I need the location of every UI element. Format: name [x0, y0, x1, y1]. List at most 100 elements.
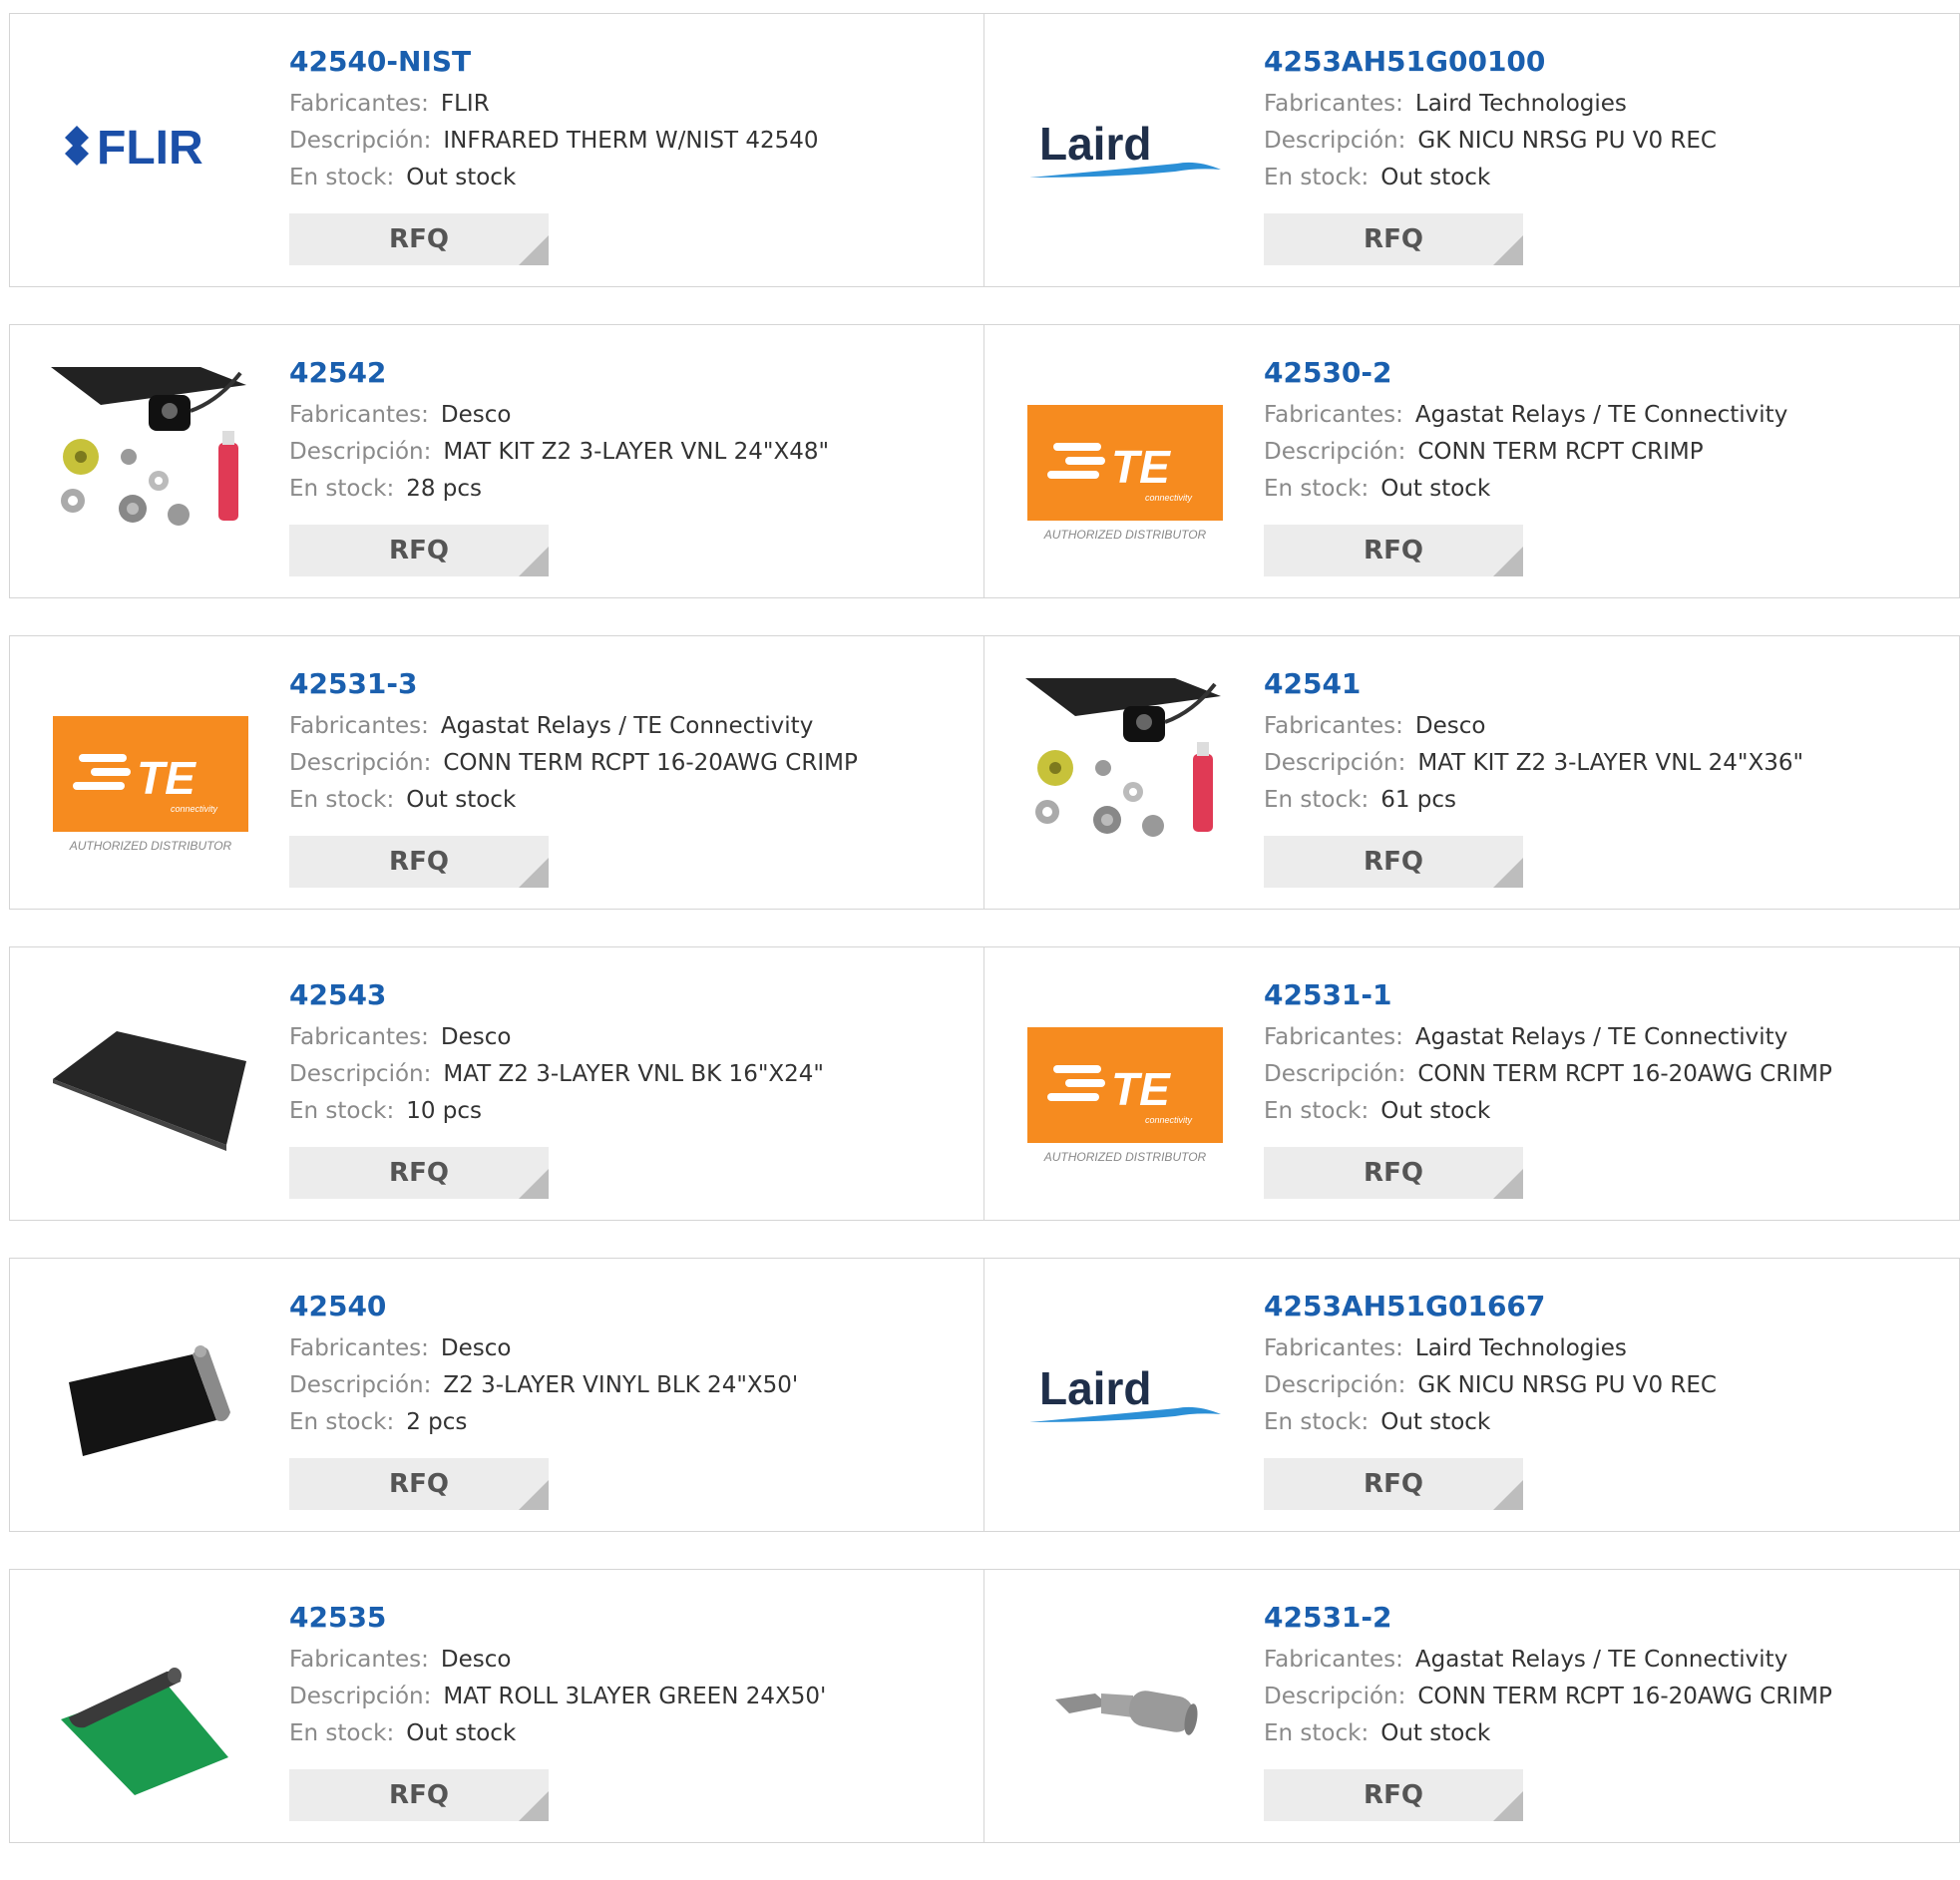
product-row: 42543 Fabricantes: Desco Descripción: MAT … [9, 946, 1960, 1221]
part-number-link[interactable]: 42535 [289, 1600, 964, 1636]
te-wordmark: TE [1111, 1063, 1171, 1115]
stock-label: En stock: [1264, 1409, 1370, 1435]
flir-wordmark: FLIR [97, 122, 203, 175]
manufacturer-label: Fabricantes: [1264, 713, 1403, 739]
manufacturer-label: Fabricantes: [1264, 1024, 1403, 1050]
stock-label: En stock: [1264, 165, 1370, 190]
manufacturer-row: Fabricantes: Desco [289, 1330, 964, 1367]
rfq-button[interactable]: RFQ [1264, 836, 1523, 888]
part-number-link[interactable]: 42542 [289, 355, 964, 391]
manufacturer-row: Fabricantes: FLIR [289, 86, 964, 123]
rfq-button[interactable]: RFQ [1264, 1769, 1523, 1821]
manufacturer-label: Fabricantes: [289, 713, 429, 739]
description-value: MAT ROLL 3LAYER GREEN 24X50' [443, 1684, 827, 1709]
manufacturer-label: Fabricantes: [1264, 1335, 1403, 1361]
description-row: Descripción: CONN TERM RCPT 16-20AWG CRIM… [1264, 1679, 1939, 1715]
product-card: 42531-2 Fabricantes: Agastat Relays / TE … [984, 1569, 1960, 1843]
stock-label: En stock: [289, 476, 395, 502]
rfq-button[interactable]: RFQ [1264, 213, 1523, 265]
description-label: Descripción: [289, 439, 432, 465]
laird-logo[interactable]: Laird [1025, 1299, 1225, 1498]
rfq-button[interactable]: RFQ [289, 213, 549, 265]
product-row: 42535 Fabricantes: Desco Descripción: MAT … [9, 1569, 1960, 1843]
rfq-label: RFQ [389, 536, 449, 565]
part-number-link[interactable]: 42540 [289, 1289, 964, 1324]
stock-value: Out stock [1380, 1098, 1491, 1124]
rfq-button[interactable]: RFQ [1264, 1458, 1523, 1510]
stock-value: Out stock [406, 165, 517, 190]
product-card: TE connectivity AUTHORIZED DISTRIBUTOR 4… [9, 635, 984, 910]
rfq-label: RFQ [1364, 847, 1423, 877]
description-label: Descripción: [1264, 1061, 1406, 1087]
black-mat-photo[interactable] [51, 987, 250, 1187]
part-number-link[interactable]: 4253AH51G00100 [1264, 44, 1939, 80]
green-roll-photo[interactable] [51, 1610, 250, 1809]
product-card: 42543 Fabricantes: Desco Descripción: MAT … [9, 946, 984, 1221]
rfq-label: RFQ [389, 847, 449, 877]
rfq-button[interactable]: RFQ [289, 1769, 549, 1821]
te-tagline: AUTHORIZED DISTRIBUTOR [1043, 1150, 1207, 1164]
corner-triangle [1493, 547, 1523, 576]
product-info: 4253AH51G00100 Fabricantes: Laird Technol… [1264, 44, 1939, 196]
product-info: 42530-2 Fabricantes: Agastat Relays / TE … [1264, 355, 1939, 508]
description-value: Z2 3-LAYER VINYL BLK 24"X50' [443, 1372, 799, 1398]
product-info: 42540-NIST Fabricantes: FLIR Descripción:… [289, 44, 964, 196]
part-number-link[interactable]: 4253AH51G01667 [1264, 1289, 1939, 1324]
te-logo[interactable]: TE connectivity AUTHORIZED DISTRIBUTOR [1025, 365, 1225, 564]
rfq-button[interactable]: RFQ [289, 525, 549, 576]
description-label: Descripción: [289, 1684, 432, 1709]
part-number-link[interactable]: 42531-3 [289, 666, 964, 702]
te-logo[interactable]: TE connectivity AUTHORIZED DISTRIBUTOR [51, 676, 250, 876]
part-number-link[interactable]: 42543 [289, 977, 964, 1013]
rfq-button[interactable]: RFQ [1264, 1147, 1523, 1199]
product-row: FLIR 42540-NIST Fabricantes: FLIR Descrip… [9, 13, 1960, 287]
description-row: Descripción: CONN TERM RCPT 16-20AWG CRIM… [289, 745, 964, 782]
manufacturer-label: Fabricantes: [1264, 402, 1403, 428]
rfq-button[interactable]: RFQ [289, 836, 549, 888]
description-value: GK NICU NRSG PU V0 REC [1417, 1372, 1717, 1398]
description-value: CONN TERM RCPT 16-20AWG CRIMP [443, 750, 858, 776]
description-row: Descripción: MAT KIT Z2 3-LAYER VNL 24"X3… [1264, 745, 1939, 782]
flir-logo[interactable]: FLIR [51, 54, 250, 253]
rfq-button[interactable]: RFQ [289, 1458, 549, 1510]
part-number-link[interactable]: 42531-2 [1264, 1600, 1939, 1636]
stock-row: En stock: Out stock [1264, 1093, 1939, 1130]
rfq-button[interactable]: RFQ [1264, 525, 1523, 576]
part-number-link[interactable]: 42540-NIST [289, 44, 964, 80]
rfq-button[interactable]: RFQ [289, 1147, 549, 1199]
product-card: FLIR 42540-NIST Fabricantes: FLIR Descrip… [9, 13, 984, 287]
laird-wordmark: Laird [1039, 1362, 1151, 1414]
part-number-link[interactable]: 42541 [1264, 666, 1939, 702]
stock-label: En stock: [289, 787, 395, 813]
te-subtitle: connectivity [171, 804, 218, 814]
terminal-photo[interactable] [1025, 1610, 1225, 1809]
manufacturer-value: Agastat Relays / TE Connectivity [1414, 402, 1788, 428]
stock-label: En stock: [1264, 787, 1370, 813]
stock-value: Out stock [406, 1720, 517, 1746]
description-label: Descripción: [289, 1061, 432, 1087]
description-label: Descripción: [1264, 439, 1406, 465]
description-row: Descripción: CONN TERM RCPT 16-20AWG CRIM… [1264, 1056, 1939, 1093]
mat-kit-photo[interactable] [1025, 676, 1225, 876]
description-row: Descripción: Z2 3-LAYER VINYL BLK 24"X50' [289, 1367, 964, 1404]
manufacturer-label: Fabricantes: [1264, 91, 1403, 117]
part-number-link[interactable]: 42531-1 [1264, 977, 1939, 1013]
corner-triangle [519, 1480, 549, 1510]
part-number-link[interactable]: 42530-2 [1264, 355, 1939, 391]
stock-value: Out stock [1380, 1720, 1491, 1746]
black-roll-photo[interactable] [51, 1299, 250, 1498]
manufacturer-row: Fabricantes: Desco [1264, 708, 1939, 745]
laird-logo[interactable]: Laird [1025, 54, 1225, 253]
mat-kit-photo[interactable] [51, 365, 250, 564]
te-logo[interactable]: TE connectivity AUTHORIZED DISTRIBUTOR [1025, 987, 1225, 1187]
description-label: Descripción: [289, 750, 432, 776]
corner-triangle [519, 1791, 549, 1821]
corner-triangle [519, 858, 549, 888]
corner-triangle [1493, 235, 1523, 265]
description-row: Descripción: GK NICU NRSG PU V0 REC [1264, 1367, 1939, 1404]
manufacturer-label: Fabricantes: [289, 1335, 429, 1361]
description-value: INFRARED THERM W/NIST 42540 [443, 128, 819, 154]
corner-triangle [519, 1169, 549, 1199]
product-info: 42531-1 Fabricantes: Agastat Relays / TE … [1264, 977, 1939, 1130]
te-subtitle: connectivity [1145, 1115, 1193, 1125]
